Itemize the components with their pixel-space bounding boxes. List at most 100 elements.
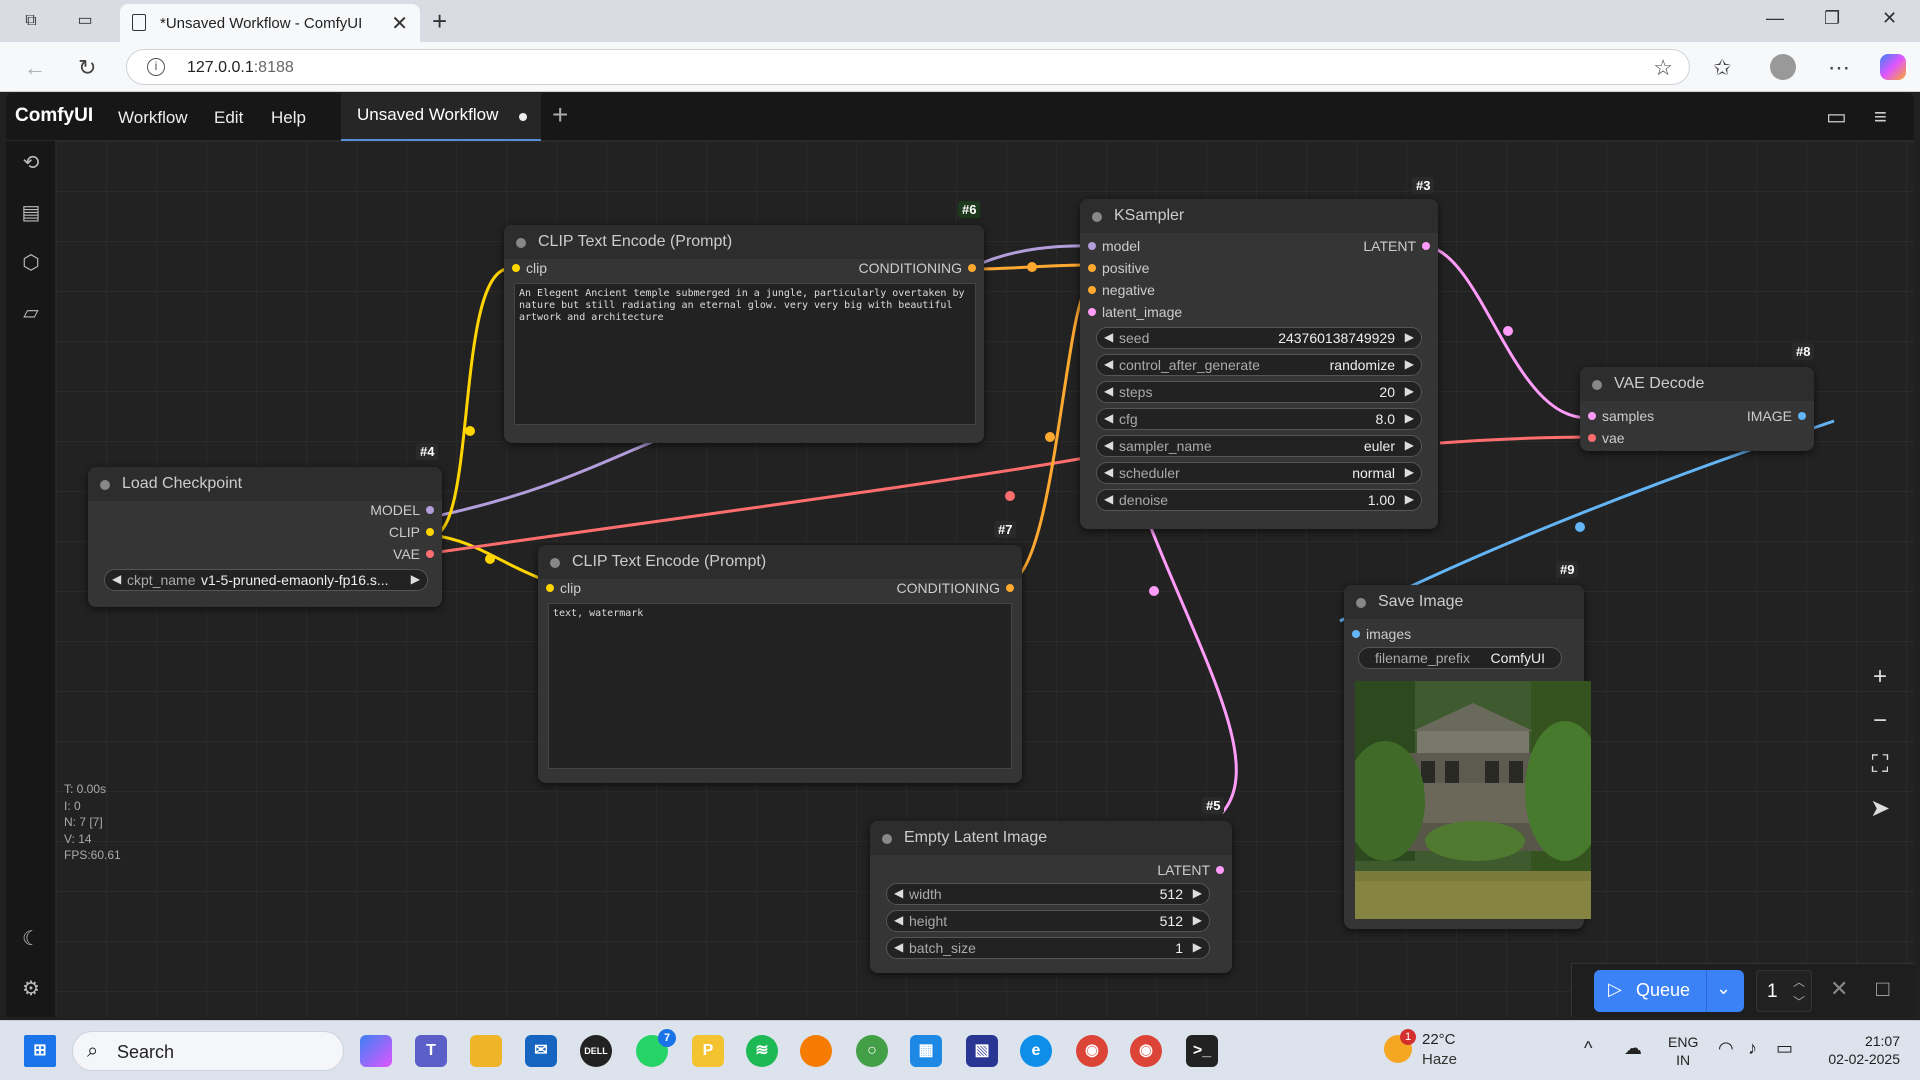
settings-gear-icon[interactable]: ⚙ xyxy=(19,977,43,1001)
input-slot-negative[interactable]: negative xyxy=(1088,281,1155,299)
more-menu-icon[interactable]: ⋯ xyxy=(1828,55,1850,81)
pointer-mode-icon[interactable]: ➤ xyxy=(1860,787,1900,831)
queue-list-icon[interactable]: ▤ xyxy=(19,201,43,225)
windows-start-icon[interactable]: ⊞ xyxy=(24,1035,56,1067)
fit-view-icon[interactable]: ⛶ xyxy=(1860,743,1900,787)
restore-icon[interactable]: ❐ xyxy=(1824,8,1840,29)
vae-decode-node[interactable]: VAE Decode samples vae IMAGE xyxy=(1580,367,1814,451)
chrome-icon-1[interactable]: ◉ xyxy=(1076,1035,1108,1067)
chrome-icon-2[interactable]: ◉ xyxy=(1130,1035,1162,1067)
increment-arrow-icon[interactable]: ▶ xyxy=(1193,940,1202,954)
stop-square-icon[interactable]: □ xyxy=(1876,976,1889,1002)
store-icon[interactable]: ▦ xyxy=(910,1035,942,1067)
decrement-arrow-icon[interactable]: ◀ xyxy=(1104,384,1113,398)
battery-icon[interactable]: ▭ xyxy=(1776,1038,1793,1059)
clip-text-encode-positive-node[interactable]: CLIP Text Encode (Prompt) clip CONDITION… xyxy=(504,225,984,443)
workspaces-icon[interactable]: ⧉ xyxy=(20,11,42,31)
input-slot-positive[interactable]: positive xyxy=(1088,259,1149,277)
input-slot-clip[interactable]: clip xyxy=(512,259,547,277)
browser-tab-active[interactable]: *Unsaved Workflow - ComfyUI ✕ xyxy=(120,4,420,42)
graph-canvas[interactable]: #6 CLIP Text Encode (Prompt) clip CONDIT… xyxy=(56,141,1914,1017)
slot-dot[interactable] xyxy=(426,506,434,514)
collapse-dot-icon[interactable] xyxy=(882,834,892,844)
collapse-dot-icon[interactable] xyxy=(1356,598,1366,608)
zoom-in-icon[interactable]: + xyxy=(1860,655,1900,699)
menu-help[interactable]: Help xyxy=(271,108,306,128)
tray-overflow-chevron-icon[interactable]: ^ xyxy=(1584,1038,1592,1059)
ksampler-node[interactable]: KSampler model positive negative latent_… xyxy=(1080,199,1438,529)
app-logo[interactable]: ComfyUI xyxy=(15,105,93,127)
width-widget[interactable]: ◀ width 512 ▶ xyxy=(886,883,1210,905)
clip-text-encode-negative-node[interactable]: CLIP Text Encode (Prompt) clip CONDITION… xyxy=(538,545,1022,783)
slot-dot[interactable] xyxy=(1352,630,1360,638)
menu-edit[interactable]: Edit xyxy=(214,108,243,128)
slot-dot[interactable] xyxy=(1088,264,1096,272)
reload-icon[interactable]: ↻ xyxy=(78,55,96,81)
menu-workflow[interactable]: Workflow xyxy=(118,108,188,128)
cancel-queue-icon[interactable]: ✕ xyxy=(1830,976,1848,1002)
virtualbox-icon[interactable]: ▧ xyxy=(966,1035,998,1067)
collapse-dot-icon[interactable] xyxy=(550,558,560,568)
chevron-down-small-icon[interactable]: ﹀ xyxy=(1793,993,1805,1010)
empty-latent-image-node[interactable]: Empty Latent Image LATENT ◀ width 512 ▶ … xyxy=(870,821,1232,973)
save-image-node[interactable]: Save Image images filename_prefix ComfyU… xyxy=(1344,585,1591,929)
node-header[interactable]: Load Checkpoint xyxy=(88,467,442,501)
address-bar[interactable]: i 127.0.0.1:8188 ☆ xyxy=(126,49,1690,85)
clock[interactable]: 21:07 02-02-2025 xyxy=(1810,1032,1900,1068)
decrement-arrow-icon[interactable]: ◀ xyxy=(894,940,903,954)
input-slot-samples[interactable]: samples xyxy=(1588,407,1654,425)
increment-arrow-icon[interactable]: ▶ xyxy=(411,572,420,586)
slot-dot[interactable] xyxy=(1422,242,1430,250)
batch-size-widget[interactable]: ◀ batch_size 1 ▶ xyxy=(886,937,1210,959)
prompt-textarea[interactable]: An Elegent Ancient temple submerged in a… xyxy=(514,283,976,425)
slot-dot[interactable] xyxy=(1798,412,1806,420)
increment-arrow-icon[interactable]: ▶ xyxy=(1405,411,1414,425)
workflow-tab[interactable]: Unsaved Workflow xyxy=(341,93,541,141)
vertical-tabs-icon[interactable]: ▭ xyxy=(74,11,96,31)
input-slot-latent-image[interactable]: latent_image xyxy=(1088,303,1182,321)
taskbar-search[interactable]: ⌕ Search xyxy=(72,1031,344,1071)
decrement-arrow-icon[interactable]: ◀ xyxy=(1104,465,1113,479)
edge-icon[interactable]: e xyxy=(1020,1035,1052,1067)
decrement-arrow-icon[interactable]: ◀ xyxy=(1104,492,1113,506)
input-slot-vae[interactable]: vae xyxy=(1588,429,1625,447)
whatsapp-icon[interactable]: 7 xyxy=(636,1029,676,1067)
hamburger-menu-icon[interactable]: ≡ xyxy=(1874,104,1887,130)
workflows-folder-icon[interactable]: ▱ xyxy=(19,301,43,325)
theme-moon-icon[interactable]: ☾ xyxy=(19,927,43,951)
back-icon[interactable]: ← xyxy=(24,55,46,81)
slot-dot[interactable] xyxy=(1006,584,1014,592)
onedrive-icon[interactable]: ☁ xyxy=(1624,1038,1642,1059)
chevron-up-icon[interactable]: ︿ xyxy=(1793,973,1805,990)
input-slot-images[interactable]: images xyxy=(1352,625,1411,643)
ckpt-name-combo[interactable]: ◀ ckpt_name v1-5-pruned-emaonly-fp16.s..… xyxy=(104,569,428,591)
node-header[interactable]: CLIP Text Encode (Prompt) xyxy=(538,545,1022,579)
python-icon[interactable]: P xyxy=(692,1035,724,1067)
node-header[interactable]: KSampler xyxy=(1080,199,1438,233)
increment-arrow-icon[interactable]: ▶ xyxy=(1405,357,1414,371)
increment-arrow-icon[interactable]: ▶ xyxy=(1405,465,1414,479)
queue-button[interactable]: ▷ Queue ⌄ xyxy=(1594,970,1744,1012)
decrement-arrow-icon[interactable]: ◀ xyxy=(894,886,903,900)
increment-arrow-icon[interactable]: ▶ xyxy=(1405,492,1414,506)
model-library-icon[interactable]: ⬡ xyxy=(19,251,43,275)
refresh-app-icon[interactable]: ○ xyxy=(856,1035,888,1067)
collapse-dot-icon[interactable] xyxy=(1092,212,1102,222)
denoise-widget[interactable]: ◀ denoise 1.00 ▶ xyxy=(1096,489,1422,511)
history-icon[interactable]: ⟲ xyxy=(19,151,43,175)
output-slot-latent[interactable]: LATENT xyxy=(1157,861,1224,879)
minimize-icon[interactable]: — xyxy=(1766,8,1784,29)
spotify-icon[interactable]: ≋ xyxy=(746,1035,778,1067)
node-header[interactable]: Empty Latent Image xyxy=(870,821,1232,855)
wifi-icon[interactable]: ◠ xyxy=(1718,1038,1734,1059)
slot-dot[interactable] xyxy=(546,584,554,592)
decrement-arrow-icon[interactable]: ◀ xyxy=(894,913,903,927)
chevron-down-icon[interactable]: ⌄ xyxy=(1716,978,1731,999)
control-after-generate-widget[interactable]: ◀ control_after_generate randomize ▶ xyxy=(1096,354,1422,376)
node-header[interactable]: CLIP Text Encode (Prompt) xyxy=(504,225,984,259)
steps-widget[interactable]: ◀ steps 20 ▶ xyxy=(1096,381,1422,403)
slot-dot[interactable] xyxy=(426,528,434,536)
jupyter-icon[interactable] xyxy=(800,1035,832,1067)
copilot-icon[interactable] xyxy=(1880,54,1906,80)
collapse-dot-icon[interactable] xyxy=(100,480,110,490)
